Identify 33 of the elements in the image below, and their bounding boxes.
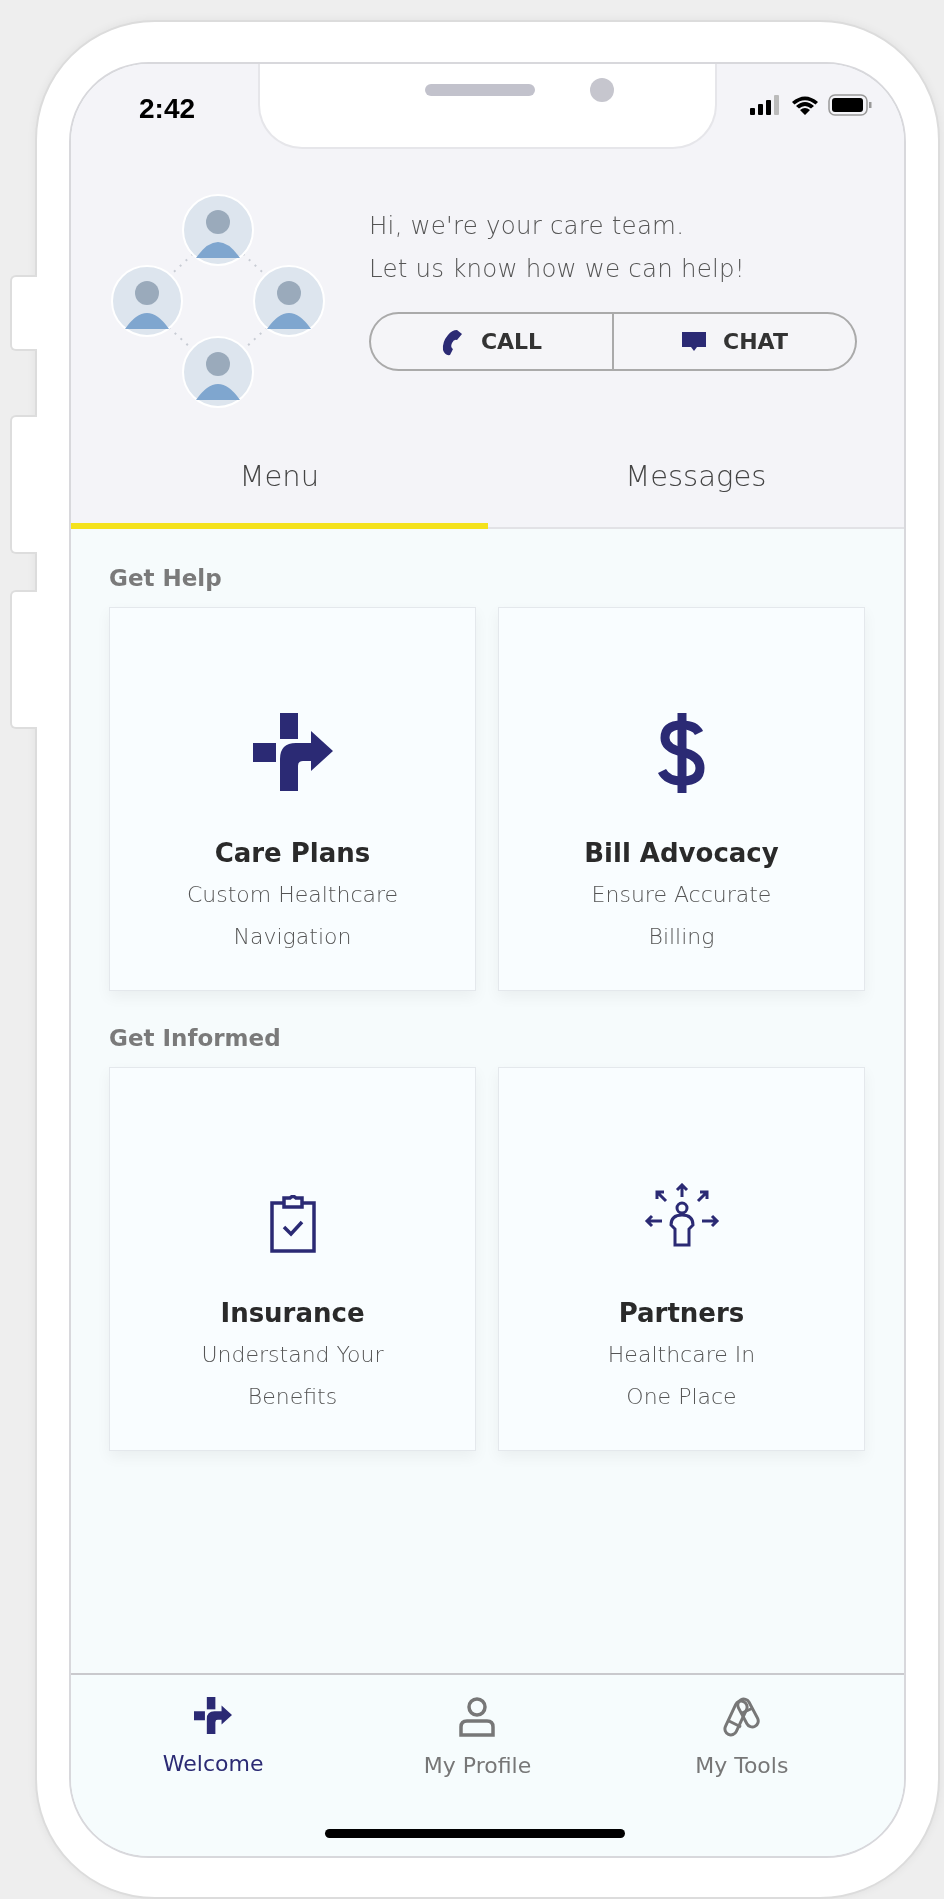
signal-icon — [750, 94, 782, 115]
phone-icon — [440, 327, 465, 356]
menu-card[interactable]: Insurance Understand Your Benefits — [109, 1067, 476, 1451]
card-subtitle: Ensure Accurate Billing — [591, 881, 772, 951]
card-title: Bill Advocacy — [584, 838, 779, 868]
wifi-icon — [791, 94, 819, 115]
nav-item[interactable]: Welcome — [81, 1675, 346, 1816]
dollar-icon — [656, 713, 707, 793]
clock-time: 2:42 — [139, 92, 196, 125]
menu-card[interactable]: Care Plans Custom Healthcare Navigation — [109, 607, 476, 991]
card-title: Insurance — [220, 1298, 365, 1328]
section-heading: Get Informed — [109, 1024, 282, 1053]
cross-arrow-icon — [194, 1697, 233, 1735]
call-button[interactable]: CALL — [369, 312, 613, 371]
person-icon — [458, 1697, 497, 1737]
tab[interactable]: Messages — [487, 442, 904, 529]
menu-card[interactable]: Bill Advocacy Ensure Accurate Billing — [498, 607, 865, 991]
card-title: Care Plans — [214, 838, 371, 868]
capsules-icon — [722, 1697, 761, 1737]
camera-dot — [590, 78, 614, 102]
battery-icon — [828, 93, 872, 116]
card-title: Partners — [618, 1298, 745, 1328]
nav-item[interactable]: My Tools — [609, 1675, 874, 1816]
card-subtitle: Understand Your Benefits — [201, 1341, 384, 1411]
nav-item[interactable]: My Profile — [345, 1675, 610, 1816]
clipboard-check-icon — [269, 1195, 316, 1253]
cross-arrow-icon — [252, 713, 333, 793]
card-subtitle: Custom Healthcare Navigation — [186, 881, 399, 951]
menu-card[interactable]: Partners Healthcare In One Place — [498, 1067, 865, 1451]
section-heading: Get Help — [109, 564, 223, 593]
greeting-text: Hi, we're your care team. Let us know how we can help! — [369, 210, 746, 285]
card-subtitle: Healthcare In One Place — [607, 1341, 756, 1411]
chat-button[interactable]: CHAT — [613, 312, 857, 371]
